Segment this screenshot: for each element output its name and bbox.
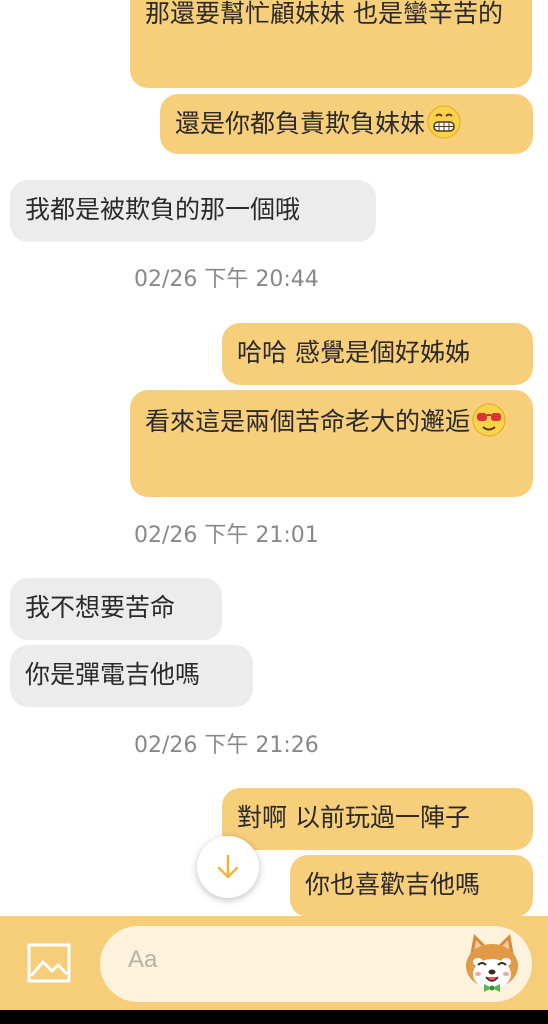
- message-input-placeholder: Aa: [128, 946, 158, 973]
- outgoing-message[interactable]: 看來這是兩個苦命老大的邂逅: [130, 390, 533, 497]
- outgoing-message[interactable]: 你也喜歡吉他嗎: [290, 855, 533, 916]
- message-text: 對啊 以前玩過一陣子: [237, 803, 470, 832]
- incoming-message[interactable]: 你是彈電吉他嗎: [10, 645, 253, 707]
- outgoing-message[interactable]: 還是你都負責欺負妹妹: [160, 94, 533, 154]
- outgoing-message[interactable]: 對啊 以前玩過一陣子: [222, 788, 533, 850]
- sticker-button[interactable]: [456, 928, 528, 1000]
- sunglasses-face-icon: [472, 403, 506, 437]
- message-text: 你也喜歡吉他嗎: [305, 870, 481, 899]
- outgoing-message[interactable]: 那還要幫忙顧妹妹 也是蠻辛苦的: [130, 0, 532, 88]
- message-input[interactable]: Aa: [100, 926, 532, 1002]
- timestamp: 02/26 下午 20:44: [134, 267, 319, 292]
- composer-bar: Aa: [0, 916, 548, 1010]
- timestamp: 02/26 下午 21:01: [134, 523, 319, 548]
- message-text: 看來這是兩個苦命老大的邂逅: [145, 407, 471, 436]
- chat-thread[interactable]: 那還要幫忙顧妹妹 也是蠻辛苦的 還是你都負責欺負妹妹 我都是被欺負的那一個哦 0…: [0, 0, 548, 916]
- arrow-down-icon: [217, 854, 239, 879]
- image-picker-button[interactable]: [26, 942, 72, 984]
- scroll-to-bottom-button[interactable]: [197, 836, 259, 898]
- message-text: 我都是被欺負的那一個哦: [25, 195, 301, 224]
- image-icon: [27, 943, 71, 983]
- message-text: 我不想要苦命: [25, 593, 176, 622]
- timestamp: 02/26 下午 21:26: [134, 733, 319, 758]
- shiba-sticker-icon: [466, 934, 518, 992]
- system-navigation-bar: [0, 1010, 548, 1024]
- outgoing-message[interactable]: 哈哈 感覺是個好姊姊: [222, 323, 533, 385]
- grinning-face-icon: [427, 105, 461, 139]
- message-text: 哈哈 感覺是個好姊姊: [237, 338, 470, 367]
- message-text: 你是彈電吉他嗎: [25, 660, 201, 689]
- incoming-message[interactable]: 我不想要苦命: [10, 578, 222, 640]
- message-text: 還是你都負責欺負妹妹: [175, 109, 426, 138]
- incoming-message[interactable]: 我都是被欺負的那一個哦: [10, 180, 376, 242]
- message-text: 那還要幫忙顧妹妹 也是蠻辛苦的: [145, 0, 503, 28]
